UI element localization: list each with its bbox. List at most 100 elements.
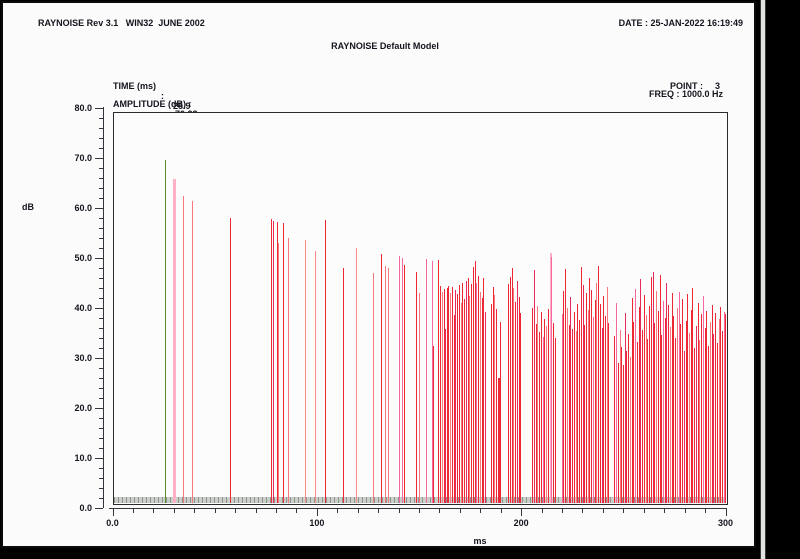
y-axis-title: dB: [22, 202, 34, 212]
axis-tick: [521, 509, 522, 516]
axis-tick: [99, 468, 103, 469]
echo-spike: [581, 267, 582, 503]
echo-spike: [462, 283, 463, 503]
echo-spike: [520, 313, 521, 503]
axis-tick: [99, 488, 103, 489]
axis-tick: [99, 288, 103, 289]
axis-tick: [317, 509, 318, 516]
axis-tick: [95, 208, 103, 209]
axis-tick: [174, 509, 175, 513]
echo-spike: [555, 338, 556, 503]
axis-tick: [99, 368, 103, 369]
y-tick-label: 20.0: [60, 403, 92, 413]
y-tick-label: 30.0: [60, 353, 92, 363]
echo-spike: [651, 277, 652, 504]
echo-spike: [717, 343, 718, 503]
axis-tick: [358, 509, 359, 513]
y-tick-label: 10.0: [60, 453, 92, 463]
echo-spike: [459, 285, 460, 503]
axis-tick: [99, 238, 103, 239]
echo-spike: [419, 293, 420, 503]
echo-spike: [567, 308, 568, 503]
axis-tick: [99, 298, 103, 299]
echo-spike: [661, 335, 662, 503]
y-tick-label: 80.0: [60, 103, 92, 113]
echo-spike: [438, 260, 439, 503]
echo-spike: [637, 342, 638, 503]
echo-spike: [381, 254, 382, 503]
axis-tick: [99, 318, 103, 319]
echo-spike: [500, 322, 501, 503]
axis-tick: [562, 509, 563, 513]
echo-spike: [548, 309, 549, 503]
echo-spike: [633, 322, 634, 504]
axis-tick: [664, 509, 665, 513]
date-label: DATE : 25-JAN-2022 16:19:49: [543, 18, 743, 28]
y-tick-label: 50.0: [60, 253, 92, 263]
raynoise-plot-window: { "header": { "app_version": "RAYNOISE R…: [0, 0, 800, 559]
axis-tick: [99, 128, 103, 129]
echo-spike: [230, 218, 231, 503]
echo-spike: [373, 273, 374, 503]
echo-spike: [605, 316, 606, 503]
axis-tick: [99, 478, 103, 479]
plot-title: RAYNOISE Default Model: [250, 41, 520, 51]
x-tick-label: 100: [302, 518, 332, 528]
echo-spike: [473, 267, 474, 503]
echo-spike: [647, 339, 648, 503]
x-axis-title: ms: [470, 536, 490, 546]
echo-spike: [325, 220, 326, 503]
axis-tick: [95, 458, 103, 459]
echo-spike: [699, 340, 700, 503]
axis-tick: [215, 509, 216, 513]
y-tick-label: 0.0: [60, 503, 92, 513]
axis-tick: [582, 509, 583, 513]
echo-spike: [273, 221, 274, 503]
y-tick-label: 60.0: [60, 203, 92, 213]
echo-spike: [534, 270, 535, 503]
y-tick-label: 70.0: [60, 153, 92, 163]
axis-tick: [501, 509, 502, 513]
echo-spike: [485, 312, 486, 503]
echo-spike: [496, 309, 497, 503]
axis-tick: [99, 188, 103, 189]
axis-tick: [399, 509, 400, 513]
echo-spike: [388, 268, 389, 503]
axis-tick: [113, 509, 114, 516]
axis-tick: [95, 258, 103, 259]
axis-tick: [99, 148, 103, 149]
axis-tick: [103, 107, 104, 508]
axis-tick: [439, 509, 440, 513]
axis-tick: [99, 328, 103, 329]
spike-layer: [113, 112, 726, 503]
axis-tick: [99, 398, 103, 399]
echo-spike: [713, 334, 714, 503]
echo-spike: [703, 296, 704, 503]
freq-readout: FREQ : 1000.0 Hz: [600, 89, 723, 99]
axis-tick: [95, 308, 103, 309]
echo-spike: [305, 240, 306, 503]
axis-tick: [99, 268, 103, 269]
axis-tick: [99, 428, 103, 429]
axis-tick: [99, 218, 103, 219]
echo-spike: [595, 300, 596, 503]
axis-tick: [99, 178, 103, 179]
echo-spike: [591, 290, 592, 503]
axis-tick: [726, 509, 727, 516]
axis-tick: [603, 509, 604, 513]
axis-tick: [460, 509, 461, 513]
echo-spike: [433, 346, 434, 503]
axis-tick: [296, 509, 297, 513]
echo-spike: [356, 248, 357, 503]
axis-tick: [235, 509, 236, 513]
echo-spike: [416, 272, 417, 503]
echo-spike: [426, 259, 427, 503]
echo-spike: [623, 365, 624, 503]
axis-tick: [109, 508, 727, 509]
axis-tick: [623, 509, 624, 513]
axis-tick: [99, 118, 103, 119]
echo-spike: [173, 179, 176, 503]
axis-tick: [153, 509, 154, 513]
echo-spike: [315, 251, 316, 503]
echo-spike: [399, 256, 400, 503]
